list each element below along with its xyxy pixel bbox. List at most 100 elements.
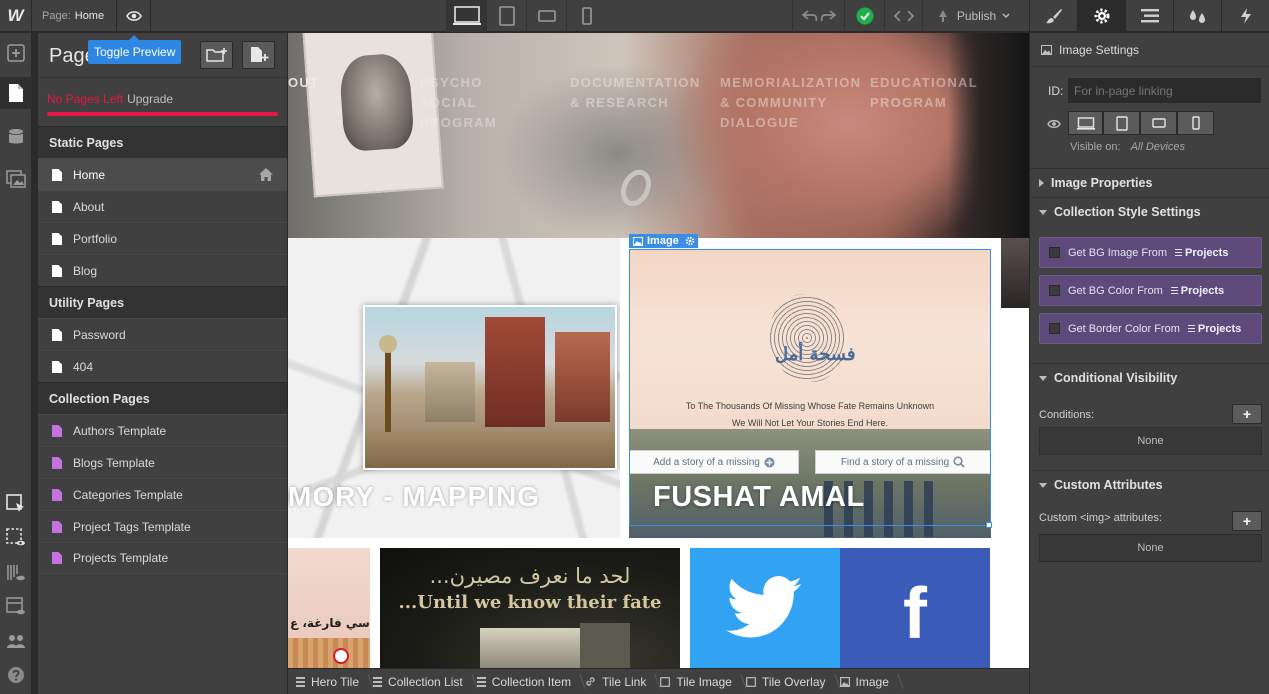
webflow-logo[interactable]: W	[0, 0, 32, 32]
crumb-tile-image[interactable]: Tile Image	[656, 669, 742, 694]
xray-icon[interactable]	[0, 557, 32, 589]
publish-button[interactable]: Publish	[922, 0, 1022, 32]
image-settings-title: Image Settings	[1059, 42, 1140, 57]
image-properties-section[interactable]: Image Properties	[1030, 168, 1269, 197]
collection-page-icon	[52, 520, 62, 533]
visibility-portrait-icon[interactable]	[1177, 111, 1214, 135]
page-item-blog[interactable]: Blog	[38, 254, 287, 286]
preview-select-icon[interactable]	[0, 522, 32, 554]
nav-community[interactable]: & COMMUNITY	[720, 93, 827, 113]
border-color-binding[interactable]: Get Border Color From Projects	[1039, 313, 1262, 344]
caret-right-icon	[1039, 179, 1044, 187]
hero-image[interactable]: OUT PSYCHO SOCIAL PROGRAM DOCUMENTATION …	[288, 33, 1029, 238]
interactions-drops-icon[interactable]	[1173, 0, 1221, 32]
section-utility-pages: Utility Pages	[38, 286, 287, 318]
add-attribute-button[interactable]: +	[1232, 511, 1262, 531]
tile-facebook[interactable]: f	[840, 548, 990, 668]
page-item-404[interactable]: 404	[38, 350, 287, 382]
cms-database-icon[interactable]	[0, 121, 32, 153]
image-settings-header: Image Settings	[1030, 33, 1269, 67]
tile-until-we-know[interactable]: ...لحد ما نعرف مصيرن ...Until we know th…	[380, 548, 680, 668]
tile-empty-chairs[interactable]: كراسي فارغة، ع	[288, 548, 370, 668]
checkbox[interactable]	[1049, 285, 1060, 296]
crumb-image[interactable]: Image	[836, 669, 899, 694]
design-canvas[interactable]: OUT PSYCHO SOCIAL PROGRAM DOCUMENTATION …	[288, 33, 1029, 668]
select-element-icon[interactable]	[0, 488, 32, 520]
bg-image-binding[interactable]: Get BG Image From Projects	[1039, 237, 1262, 268]
checkbox[interactable]	[1049, 247, 1060, 258]
nav-psycho[interactable]: PSYCHO	[420, 73, 483, 93]
conditions-value: None	[1039, 427, 1262, 455]
nav-educational-program[interactable]: PROGRAM	[870, 93, 947, 113]
visibility-desktop-icon[interactable]	[1068, 111, 1103, 135]
code-export-icon[interactable]	[884, 0, 922, 32]
tile-fushat-amal[interactable]: فسحة أمل To The Thousands Of Missing Who…	[629, 249, 991, 538]
page-item-blogs-template[interactable]: Blogs Template	[38, 446, 287, 478]
conditional-visibility-section[interactable]: Conditional Visibility	[1030, 363, 1269, 392]
settings-gear-icon[interactable]	[1077, 0, 1125, 32]
style-brush-icon[interactable]	[1029, 0, 1077, 32]
new-page-button[interactable]	[242, 41, 275, 69]
page-indicator[interactable]: Page: Home	[33, 0, 117, 32]
collection-page-icon	[52, 552, 62, 564]
visibility-landscape-icon[interactable]	[1140, 111, 1177, 135]
lightning-icon[interactable]	[1221, 0, 1269, 32]
visibility-tablet-icon[interactable]	[1103, 111, 1140, 135]
assets-images-icon[interactable]	[0, 163, 32, 195]
preview-eye-icon[interactable]	[117, 0, 151, 32]
selected-element-badge[interactable]: Image	[629, 234, 683, 248]
page-icon	[52, 360, 62, 373]
page-item-categories-template[interactable]: Categories Template	[38, 478, 287, 510]
add-condition-button[interactable]: +	[1232, 404, 1262, 424]
nav-educational[interactable]: EDUCATIONAL	[870, 73, 978, 93]
page-item-authors-template[interactable]: Authors Template	[38, 414, 287, 446]
page-item-home[interactable]: Home	[38, 158, 287, 190]
nav-research[interactable]: & RESEARCH	[570, 93, 669, 113]
id-input[interactable]	[1068, 78, 1261, 103]
collection-style-section[interactable]: Collection Style Settings	[1030, 197, 1269, 226]
add-element-icon[interactable]	[0, 37, 32, 69]
bg-color-binding[interactable]: Get BG Color From Projects	[1039, 275, 1262, 306]
resize-handle[interactable]	[986, 522, 992, 528]
add-story-field[interactable]: Add a story of a missing	[629, 450, 799, 474]
crumb-collection-item[interactable]: Collection Item	[473, 669, 581, 694]
undo-icon[interactable]	[801, 9, 819, 23]
visible-on-value: All Devices	[1130, 141, 1185, 153]
checkbox[interactable]	[1049, 323, 1060, 334]
new-folder-button[interactable]	[200, 41, 233, 69]
redo-icon[interactable]	[819, 9, 837, 23]
mobile-portrait-icon[interactable]	[566, 0, 606, 32]
nav-social[interactable]: SOCIAL	[420, 93, 477, 113]
find-story-field[interactable]: Find a story of a missing	[815, 450, 991, 474]
crumb-collection-list[interactable]: Collection List	[369, 669, 473, 694]
nav-about[interactable]: OUT	[288, 73, 319, 93]
custom-attributes-section[interactable]: Custom Attributes	[1030, 470, 1269, 499]
saved-check-icon[interactable]	[844, 0, 884, 32]
nav-dialogue[interactable]: DIALOGUE	[720, 113, 799, 133]
crumb-tile-link[interactable]: Tile Link	[581, 669, 656, 694]
page-item-about[interactable]: About	[38, 190, 287, 222]
tile-memory-mapping[interactable]: MORY - MAPPING	[288, 238, 620, 538]
desktop-icon[interactable]	[446, 0, 486, 32]
element-settings-gear-icon[interactable]	[682, 234, 698, 248]
nav-documentation[interactable]: DOCUMENTATION	[570, 73, 701, 93]
pages-icon[interactable]	[0, 77, 32, 109]
crumb-hero-tile[interactable]: Hero Tile	[292, 669, 369, 694]
tile-twitter[interactable]	[690, 548, 840, 668]
page-item-password[interactable]: Password	[38, 318, 287, 350]
visible-on-label: Visible on:	[1070, 141, 1121, 153]
upgrade-link[interactable]: Upgrade	[127, 92, 173, 106]
page-item-projects-template[interactable]: Projects Template	[38, 542, 287, 574]
nav-program[interactable]: PROGRAM	[420, 113, 497, 133]
caret-down-icon	[1039, 209, 1047, 215]
navigator-icon[interactable]	[1125, 0, 1173, 32]
page-item-portfolio[interactable]: Portfolio	[38, 222, 287, 254]
page-item-project-tags-template[interactable]: Project Tags Template	[38, 510, 287, 542]
nav-memorialization[interactable]: MEMORIALIZATION	[720, 73, 861, 93]
tablet-icon[interactable]	[486, 0, 526, 32]
crumb-tile-overlay[interactable]: Tile Overlay	[742, 669, 836, 694]
help-icon[interactable]	[0, 659, 32, 691]
team-icon[interactable]	[0, 626, 32, 658]
mobile-landscape-icon[interactable]	[526, 0, 566, 32]
style-guide-icon[interactable]	[0, 591, 32, 623]
